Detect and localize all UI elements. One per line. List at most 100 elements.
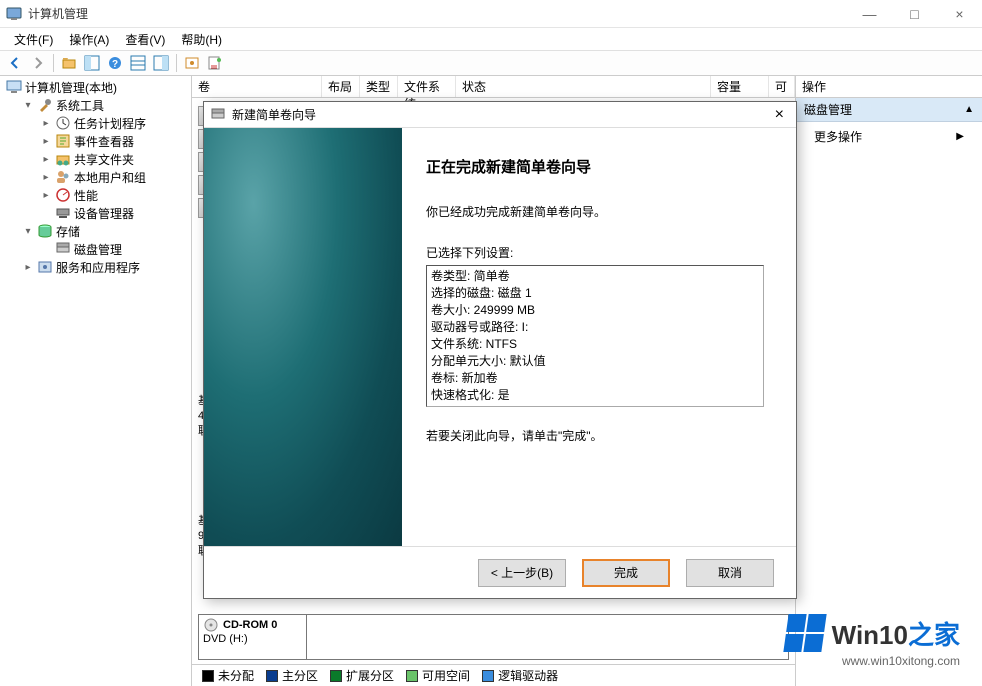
- toolbar-tree-icon[interactable]: [81, 52, 103, 74]
- col-free[interactable]: 可: [769, 76, 795, 97]
- legend-extended: 扩展分区: [330, 667, 394, 684]
- close-button[interactable]: ×: [937, 0, 982, 28]
- toolbar-expand-icon[interactable]: [150, 52, 172, 74]
- menu-view[interactable]: 查看(V): [117, 29, 173, 50]
- wizard-close-message: 若要关闭此向导，请单击"完成"。: [426, 427, 772, 444]
- tree-device-manager[interactable]: 设备管理器: [2, 204, 189, 222]
- share-icon: [55, 151, 71, 167]
- expand-icon[interactable]: ▾: [22, 99, 34, 111]
- toolbar-separator: [176, 54, 177, 72]
- tree-label: 事件查看器: [74, 133, 134, 150]
- perf-icon: [55, 187, 71, 203]
- toolbar-refresh-icon[interactable]: [181, 52, 203, 74]
- menu-help[interactable]: 帮助(H): [173, 29, 230, 50]
- disk-icon: [55, 241, 71, 257]
- tree-label: 服务和应用程序: [56, 259, 140, 276]
- col-type[interactable]: 类型: [360, 76, 398, 97]
- wizard-icon: [210, 107, 226, 123]
- window-title: 计算机管理: [28, 5, 978, 22]
- menu-action[interactable]: 操作(A): [61, 29, 117, 50]
- wizard-content: 正在完成新建简单卷向导 你已经成功完成新建简单卷向导。 已选择下列设置: 卷类型…: [402, 128, 796, 546]
- col-status[interactable]: 状态: [456, 76, 711, 97]
- expand-icon[interactable]: ▾: [22, 225, 34, 237]
- expand-icon[interactable]: ▸: [40, 189, 52, 201]
- wizard-heading: 正在完成新建简单卷向导: [426, 156, 772, 177]
- forward-button[interactable]: [27, 52, 49, 74]
- tree-local-users[interactable]: ▸ 本地用户和组: [2, 168, 189, 186]
- storage-icon: [37, 223, 53, 239]
- tree-services-apps[interactable]: ▸ 服务和应用程序: [2, 258, 189, 276]
- setting-line: 驱动器号或路径: I:: [431, 319, 759, 336]
- users-icon: [55, 169, 71, 185]
- tree-label: 共享文件夹: [74, 151, 134, 168]
- wizard-titlebar: 新建简单卷向导 ×: [204, 102, 796, 128]
- tree-shared-folders[interactable]: ▸ 共享文件夹: [2, 150, 189, 168]
- wizard-dialog: 新建简单卷向导 × 正在完成新建简单卷向导 你已经成功完成新建简单卷向导。 已选…: [203, 101, 797, 599]
- finish-button[interactable]: 完成: [582, 559, 670, 587]
- setting-line: 卷标: 新加卷: [431, 370, 759, 387]
- wizard-body: 正在完成新建简单卷向导 你已经成功完成新建简单卷向导。 已选择下列设置: 卷类型…: [204, 128, 796, 546]
- watermark: Win10之家 www.win10xitong.com: [786, 614, 960, 668]
- legend-logical: 逻辑驱动器: [482, 667, 558, 684]
- tree-task-scheduler[interactable]: ▸ 任务计划程序: [2, 114, 189, 132]
- tree-panel: 计算机管理(本地) ▾ 系统工具 ▸ 任务计划程序 ▸ 事件查看器 ▸ 共享文件…: [0, 76, 192, 686]
- tree-root[interactable]: 计算机管理(本地): [2, 78, 189, 96]
- setting-line: 卷大小: 249999 MB: [431, 302, 759, 319]
- expand-icon[interactable]: ▸: [40, 117, 52, 129]
- expand-icon[interactable]: ▸: [22, 261, 34, 273]
- toolbar-properties-icon[interactable]: [204, 52, 226, 74]
- back-button[interactable]: [4, 52, 26, 74]
- tree-label: 性能: [74, 187, 98, 204]
- collapse-icon: ▲: [964, 104, 974, 115]
- tree-system-tools[interactable]: ▾ 系统工具: [2, 96, 189, 114]
- expand-icon[interactable]: ▸: [40, 153, 52, 165]
- expand-icon[interactable]: ▸: [40, 171, 52, 183]
- tree-event-viewer[interactable]: ▸ 事件查看器: [2, 132, 189, 150]
- tree-label: 本地用户和组: [74, 169, 146, 186]
- minimize-button[interactable]: —: [847, 0, 892, 28]
- spacer: [40, 243, 52, 255]
- maximize-button[interactable]: □: [892, 0, 937, 28]
- wizard-settings-label: 已选择下列设置:: [426, 244, 772, 261]
- disk-cdrom-block[interactable]: CD-ROM 0 DVD (H:): [198, 614, 789, 660]
- tree-storage[interactable]: ▾ 存储: [2, 222, 189, 240]
- legend-label: 扩展分区: [346, 667, 394, 684]
- tree-label: 计算机管理(本地): [25, 79, 117, 96]
- window-controls: — □ ×: [847, 0, 982, 28]
- toolbar-help-icon[interactable]: ?: [104, 52, 126, 74]
- toolbar-detail-icon[interactable]: [127, 52, 149, 74]
- back-button[interactable]: < 上一步(B): [478, 559, 566, 587]
- wizard-close-button[interactable]: ×: [769, 106, 790, 124]
- tree-label: 任务计划程序: [74, 115, 146, 132]
- col-volume[interactable]: 卷: [192, 76, 322, 97]
- wizard-message: 你已经成功完成新建简单卷向导。: [426, 203, 772, 222]
- col-fs[interactable]: 文件系统: [398, 76, 456, 97]
- titlebar: 计算机管理: [0, 0, 982, 28]
- wizard-settings-list[interactable]: 卷类型: 简单卷 选择的磁盘: 磁盘 1 卷大小: 249999 MB 驱动器号…: [426, 265, 764, 407]
- actions-section-label: 磁盘管理: [804, 101, 852, 118]
- tree-performance[interactable]: ▸ 性能: [2, 186, 189, 204]
- tree-label: 系统工具: [56, 97, 104, 114]
- tree-disk-mgmt[interactable]: 磁盘管理: [2, 240, 189, 258]
- legend-label: 逻辑驱动器: [498, 667, 558, 684]
- setting-line: 卷类型: 简单卷: [431, 268, 759, 285]
- legend-unallocated: 未分配: [202, 667, 254, 684]
- wizard-buttons: < 上一步(B) 完成 取消: [204, 546, 796, 598]
- toolbar-folder-icon[interactable]: [58, 52, 80, 74]
- legend-free: 可用空间: [406, 667, 470, 684]
- device-icon: [55, 205, 71, 221]
- event-icon: [55, 133, 71, 149]
- col-layout[interactable]: 布局: [322, 76, 360, 97]
- cancel-button[interactable]: 取消: [686, 559, 774, 587]
- expand-icon[interactable]: ▸: [40, 135, 52, 147]
- actions-section[interactable]: 磁盘管理 ▲: [796, 98, 982, 122]
- setting-line: 文件系统: NTFS: [431, 336, 759, 353]
- tools-icon: [37, 97, 53, 113]
- legend-primary: 主分区: [266, 667, 318, 684]
- menu-file[interactable]: 文件(F): [6, 29, 61, 50]
- chevron-right-icon: ▶: [956, 131, 964, 142]
- cdrom-icon: [203, 617, 219, 633]
- actions-more[interactable]: 更多操作 ▶: [796, 122, 982, 151]
- actions-item-label: 更多操作: [814, 128, 862, 145]
- col-capacity[interactable]: 容量: [711, 76, 769, 97]
